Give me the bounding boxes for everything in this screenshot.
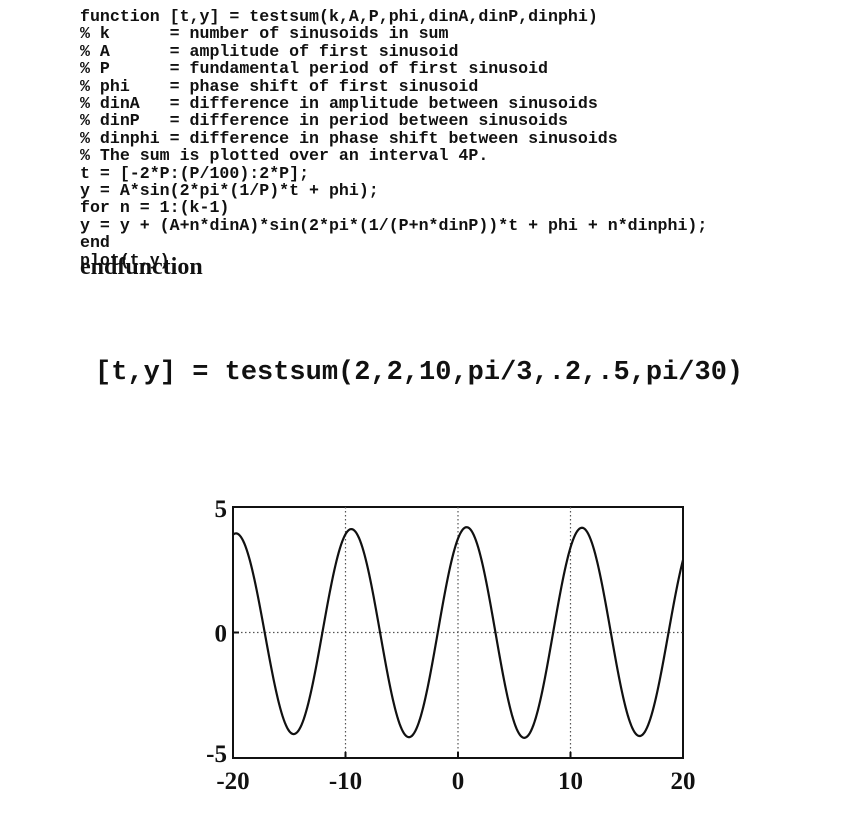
x-tick-label: -20 — [216, 768, 249, 795]
x-tick-label: 0 — [452, 768, 465, 795]
x-tick-label: 20 — [671, 768, 696, 795]
x-tick-label: 10 — [558, 768, 583, 795]
y-tick-label: 5 — [215, 496, 228, 523]
x-tick-label: -10 — [329, 768, 362, 795]
sinusoid-plot: -20 -10 0 10 20 5 0 -5 — [206, 496, 696, 795]
y-tick-label: -5 — [206, 741, 227, 768]
y-tick-label: 0 — [215, 621, 228, 648]
